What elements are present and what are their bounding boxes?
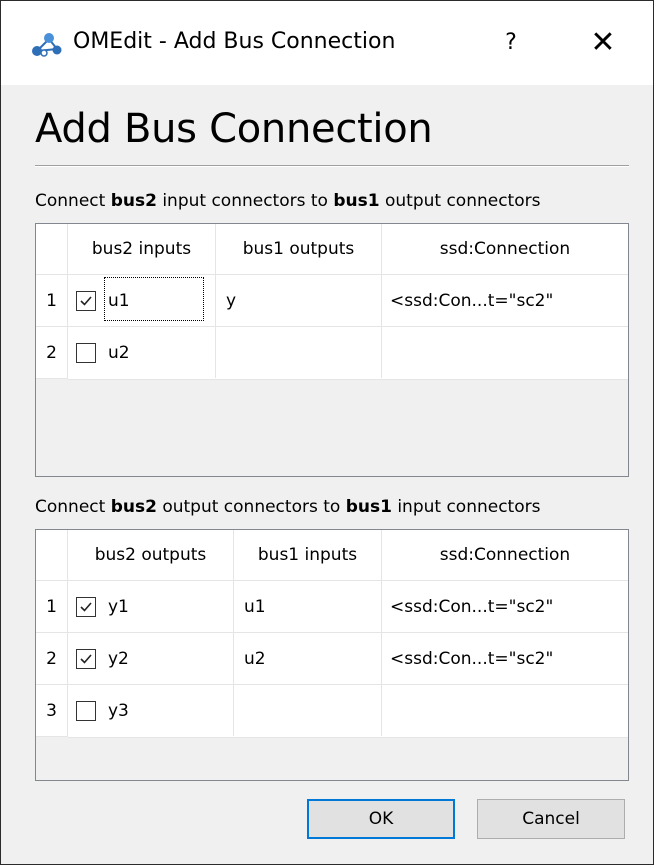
- target-cell[interactable]: [234, 684, 382, 736]
- column-header[interactable]: bus1 outputs: [216, 224, 382, 274]
- table-row[interactable]: 1 y1 u1 <ssd:Con...t="sc2": [36, 580, 628, 632]
- row-number[interactable]: 2: [36, 632, 68, 684]
- ssd-connection-cell[interactable]: [382, 326, 628, 378]
- ssd-connection-cell[interactable]: [382, 684, 628, 736]
- table-empty-area: [68, 379, 628, 476]
- ok-button[interactable]: OK: [307, 799, 455, 839]
- connector-name: y3: [108, 701, 129, 721]
- connect-checkbox[interactable]: [76, 701, 96, 721]
- ssd-connection-cell[interactable]: <ssd:Con...t="sc2": [382, 274, 628, 326]
- help-button[interactable]: ?: [487, 21, 535, 65]
- row-number[interactable]: 2: [36, 326, 68, 378]
- connector-cell[interactable]: u1: [68, 274, 216, 326]
- ssd-connection-cell[interactable]: <ssd:Con...t="sc2": [382, 580, 628, 632]
- table-header: bus2 inputs bus1 outputs ssd:Connection: [36, 224, 628, 274]
- table-row[interactable]: 2 y2 u2 <ssd:Con...t="sc2": [36, 632, 628, 684]
- target-cell[interactable]: [216, 326, 382, 378]
- connector-name: y1: [108, 597, 129, 617]
- output-connections-table[interactable]: bus2 outputs bus1 inputs ssd:Connection …: [35, 529, 629, 781]
- dialog-heading: Add Bus Connection: [35, 106, 433, 152]
- column-header[interactable]: ssd:Connection: [382, 224, 628, 274]
- table-empty-area: [68, 737, 628, 780]
- connector-cell[interactable]: u2: [68, 326, 216, 378]
- connect-checkbox[interactable]: [76, 649, 96, 669]
- input-connections-table[interactable]: bus2 inputs bus1 outputs ssd:Connection …: [35, 223, 629, 477]
- connector-cell[interactable]: y1: [68, 580, 234, 632]
- row-number[interactable]: 1: [36, 580, 68, 632]
- title-bar[interactable]: OMEdit - Add Bus Connection ? ✕: [1, 1, 653, 85]
- table-header: bus2 outputs bus1 inputs ssd:Connection: [36, 530, 628, 580]
- table-row[interactable]: 1 u1 y <ssd:Con...t="sc2": [36, 274, 628, 326]
- ssd-connection-cell[interactable]: <ssd:Con...t="sc2": [382, 632, 628, 684]
- cancel-button[interactable]: Cancel: [477, 799, 625, 839]
- connect-checkbox[interactable]: [76, 291, 96, 311]
- checkmark-icon: [80, 654, 92, 664]
- column-header[interactable]: ssd:Connection: [382, 530, 628, 580]
- row-number[interactable]: 1: [36, 274, 68, 326]
- table-row[interactable]: 2 u2: [36, 326, 628, 378]
- connect-checkbox[interactable]: [76, 343, 96, 363]
- column-header[interactable]: bus1 inputs: [234, 530, 382, 580]
- target-cell[interactable]: u2: [234, 632, 382, 684]
- table-row[interactable]: 3 y3: [36, 684, 628, 736]
- target-cell[interactable]: u1: [234, 580, 382, 632]
- dialog-window: OMEdit - Add Bus Connection ? ✕ Add Bus …: [0, 0, 654, 865]
- omedit-app-icon: [29, 29, 63, 59]
- connector-cell[interactable]: y3: [68, 684, 234, 736]
- connector-name: y2: [108, 649, 129, 669]
- connector-cell[interactable]: y2: [68, 632, 234, 684]
- column-header[interactable]: bus2 outputs: [68, 530, 234, 580]
- close-button[interactable]: ✕: [575, 21, 631, 65]
- connect-checkbox[interactable]: [76, 597, 96, 617]
- row-number[interactable]: 3: [36, 684, 68, 736]
- section2-caption: Connect bus2 output connectors to bus1 i…: [35, 497, 541, 517]
- section1-caption: Connect bus2 input connectors to bus1 ou…: [35, 191, 541, 211]
- connector-name: u2: [108, 343, 130, 363]
- table-corner[interactable]: [36, 530, 68, 580]
- target-cell[interactable]: y: [216, 274, 382, 326]
- checkmark-icon: [80, 296, 92, 306]
- column-header[interactable]: bus2 inputs: [68, 224, 216, 274]
- connector-name: u1: [108, 291, 130, 311]
- checkmark-icon: [80, 602, 92, 612]
- window-title: OMEdit - Add Bus Connection: [73, 29, 396, 54]
- table-corner[interactable]: [36, 224, 68, 274]
- heading-separator: [35, 165, 629, 167]
